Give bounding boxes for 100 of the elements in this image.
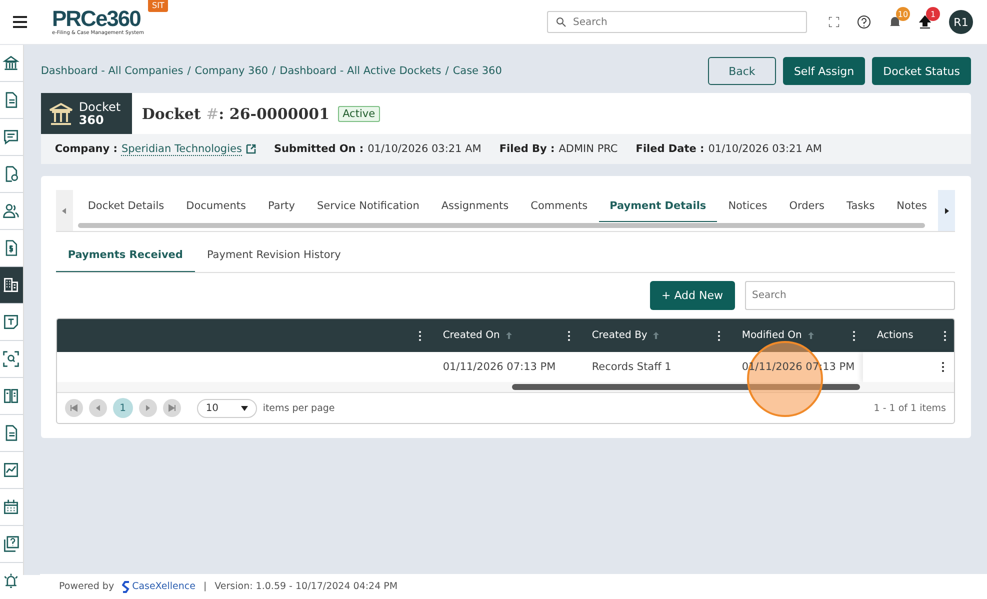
- chat-icon: [2, 128, 20, 146]
- version-text: Version: 1.0.59 - 10/17/2024 04:24 PM: [214, 581, 398, 592]
- column-menu-icon[interactable]: [418, 330, 421, 340]
- tab[interactable]: Comments: [520, 190, 599, 222]
- info-label: Filed By :: [499, 143, 555, 155]
- brand-logo-icon: [122, 580, 130, 592]
- pager-summary: 1 - 1 of 1 items: [874, 402, 946, 414]
- breadcrumb-separator: /: [445, 65, 449, 77]
- column-header[interactable]: Actions: [862, 319, 954, 352]
- last-page-button[interactable]: [162, 399, 181, 417]
- upload-icon[interactable]: [919, 15, 931, 29]
- help-icon[interactable]: [857, 15, 871, 29]
- status-badge: Active: [338, 106, 380, 122]
- tab[interactable]: Payment Details: [598, 190, 718, 222]
- column-menu-icon[interactable]: [568, 330, 570, 340]
- info-value: 01/10/2026 03:21 AM: [708, 143, 822, 155]
- action-button[interactable]: Self Assign: [782, 57, 866, 85]
- info-label: Company :: [54, 143, 118, 155]
- chart-icon: [2, 461, 20, 479]
- tab[interactable]: Party: [257, 190, 306, 222]
- help-pages-icon: [2, 535, 20, 553]
- tab[interactable]: Assignments: [430, 190, 520, 222]
- column-title: Created On: [442, 330, 500, 341]
- info-value: 01/10/2026 03:21 AM: [368, 143, 482, 155]
- caret-icon: [240, 406, 248, 410]
- search-field[interactable]: Search: [547, 11, 807, 33]
- add-new-button[interactable]: + Add New: [650, 281, 735, 310]
- previous-page-icon: [94, 404, 102, 412]
- docket-badge-text: Docket 360: [78, 100, 121, 126]
- breadcrumb-separator: /: [272, 65, 276, 77]
- info-label: Submitted On :: [274, 143, 364, 155]
- user-avatar[interactable]: R1: [949, 10, 973, 34]
- page-size-label: items per page: [262, 402, 335, 414]
- previous-page-button[interactable]: [88, 399, 107, 417]
- scrollbar[interactable]: [512, 384, 860, 390]
- info-value: ADMIN PRC: [558, 143, 618, 155]
- footer-separator: |: [203, 581, 207, 592]
- company-link[interactable]: Speridian Technologies: [121, 142, 242, 156]
- tab[interactable]: Docket Details: [76, 190, 176, 222]
- sort-arrow-icon[interactable]: [506, 332, 512, 339]
- tab[interactable]: Tasks: [836, 190, 886, 222]
- column-menu-icon[interactable]: [718, 330, 720, 340]
- search-icon: [556, 17, 566, 27]
- breadcrumb-separator: /: [187, 65, 191, 77]
- docket-title: Docket #: 26-0000001: [142, 104, 330, 122]
- info-label: Filed Date :: [636, 143, 704, 155]
- brand-name[interactable]: CaseXellence: [132, 581, 196, 592]
- sidebar-item[interactable]: [0, 267, 23, 304]
- breadcrumb-link[interactable]: Dashboard - All Active Dockets: [280, 65, 442, 77]
- alarm-icon: [2, 572, 20, 590]
- first-page-icon: [70, 404, 78, 412]
- notification-count: 10: [896, 7, 910, 21]
- logo[interactable]: PRCe360: [52, 8, 144, 30]
- column-header[interactable]: Modified On: [728, 319, 863, 352]
- sort-arrow-icon[interactable]: [653, 332, 660, 339]
- building-icon: [2, 276, 20, 294]
- breadcrumb-link[interactable]: Dashboard - All Companies: [40, 65, 184, 77]
- right-triangle-icon: [944, 208, 948, 214]
- column-header[interactable]: Created On: [428, 319, 578, 352]
- courthouse-icon: [48, 102, 73, 124]
- breadcrumb-link[interactable]: Case 360: [452, 65, 502, 77]
- scan-search-icon: [2, 350, 20, 368]
- column-title: Actions: [876, 330, 914, 341]
- external-link-icon[interactable]: [246, 144, 256, 154]
- next-page-icon: [144, 404, 152, 412]
- sort-arrow-icon[interactable]: [808, 332, 814, 339]
- column-menu-icon[interactable]: [852, 330, 855, 340]
- action-button[interactable]: Back: [708, 57, 776, 85]
- calendar-icon: [2, 498, 20, 516]
- next-page-button[interactable]: [138, 399, 157, 417]
- sub-tab[interactable]: Payment Revision History: [194, 238, 353, 272]
- page-button[interactable]: 1: [112, 398, 133, 418]
- sub-tab[interactable]: Payments Received: [56, 238, 195, 272]
- bank-icon: [2, 54, 20, 72]
- column-title: Modified On: [742, 330, 802, 341]
- tab[interactable]: Service Notification: [306, 190, 430, 222]
- first-page-button[interactable]: [64, 399, 83, 417]
- tab[interactable]: Documents: [175, 190, 257, 222]
- powered-by-text: Powered by: [59, 581, 114, 592]
- upload-count: 1: [926, 7, 940, 21]
- users-icon: [2, 202, 20, 220]
- scrollbar[interactable]: [78, 223, 925, 228]
- tab[interactable]: Orders: [778, 190, 836, 222]
- tab[interactable]: Notes: [886, 190, 938, 222]
- book-icon: [2, 387, 20, 405]
- table-search-field[interactable]: Search: [745, 281, 955, 310]
- environment-badge: SIT: [148, 0, 168, 12]
- action-button[interactable]: Docket Status: [872, 57, 971, 85]
- column-header[interactable]: Created By: [578, 319, 728, 352]
- breadcrumb-link[interactable]: Company 360: [194, 65, 268, 77]
- left-triangle-icon: [62, 208, 66, 214]
- fullscreen-icon[interactable]: [829, 17, 839, 27]
- text-note-icon: [2, 313, 20, 331]
- column-title: Created By: [592, 330, 648, 341]
- table-cell: Records Staff 1: [592, 361, 672, 373]
- menu-icon[interactable]: [13, 16, 27, 28]
- table-cell: 01/11/2026 07:13 PM: [442, 361, 556, 373]
- page-size-dropdown[interactable]: 10: [196, 398, 257, 418]
- tab[interactable]: Notices: [717, 190, 778, 222]
- last-page-icon: [168, 404, 176, 412]
